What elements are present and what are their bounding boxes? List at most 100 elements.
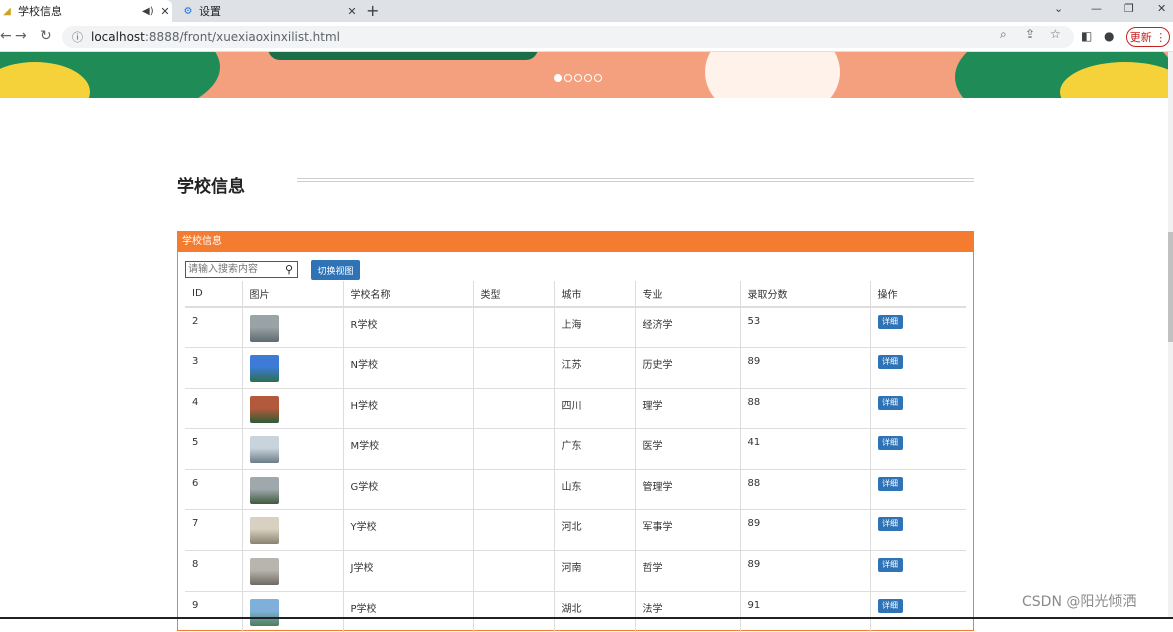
update-label: 更新 [1129, 31, 1152, 44]
table-row: 7 Y学校 河北 军事学 89 详细 [185, 509, 966, 551]
table-header-row: ID 图片 学校名称 类型 城市 专业 录取分数 操作 [185, 281, 966, 308]
cell-action: 详细 [869, 550, 966, 592]
cell-action: 详细 [869, 590, 966, 632]
speaker-icon[interactable]: ◀) [142, 6, 158, 17]
school-photo [249, 436, 279, 464]
cell-city: 上海 [553, 306, 635, 348]
forward-icon[interactable]: → [15, 28, 27, 44]
carousel-dot[interactable] [574, 74, 582, 82]
cell-major: 历史学 [634, 347, 740, 389]
cell-type [472, 428, 554, 470]
cell-score: 89 [739, 509, 870, 551]
header-school-name: 学校名称 [342, 281, 473, 308]
url-host: localhost [91, 30, 145, 44]
header-id: ID [185, 281, 242, 308]
school-photo [249, 558, 279, 586]
cell-id: 5 [185, 428, 242, 470]
detail-button[interactable]: 详细 [877, 598, 903, 613]
cell-type [472, 306, 554, 348]
search-input[interactable] [186, 262, 282, 277]
reload-icon[interactable]: ↻ [40, 28, 52, 44]
cell-image [241, 550, 343, 592]
cell-city: 河北 [553, 509, 635, 551]
cell-school-name: M学校 [342, 428, 473, 470]
cell-city: 湖北 [553, 590, 635, 632]
school-photo [249, 355, 279, 383]
cell-major: 经济学 [634, 306, 740, 348]
cell-type [472, 550, 554, 592]
carousel-dot[interactable] [554, 74, 562, 82]
detail-button[interactable]: 详细 [877, 315, 903, 329]
header-city: 城市 [553, 281, 635, 308]
cell-major: 哲学 [634, 550, 740, 592]
tab-search-chevron-icon[interactable]: ⌄ [1054, 2, 1063, 15]
carousel-dot[interactable] [584, 74, 592, 82]
school-info-panel: 学校信息 ⚲ 切换视图 ID 图片 学校名称 类型 城市 专业 录取分数 操作 … [177, 231, 974, 632]
detail-button[interactable]: 详细 [877, 558, 903, 573]
cell-type [472, 590, 554, 632]
site-favicon-icon: ◢ [3, 5, 11, 17]
switch-view-button[interactable]: 切换视图 [311, 260, 360, 280]
bookmark-star-icon[interactable]: ☆ [1050, 27, 1061, 41]
page-scrollbar[interactable] [1168, 52, 1173, 619]
browser-toolbar: ← → ↻ ⓘ localhost :8888/front/xuexiaoxin… [0, 22, 1173, 52]
minimize-icon[interactable]: — [1091, 2, 1102, 15]
school-photo [249, 517, 279, 545]
cell-type [472, 347, 554, 389]
detail-button[interactable]: 详细 [877, 436, 903, 451]
cell-school-name: N学校 [342, 347, 473, 389]
cell-id: 2 [185, 306, 242, 348]
tab-school-info[interactable]: ◢ 学校信息 ◀) ✕ [0, 0, 172, 22]
restore-icon[interactable]: ❐ [1124, 2, 1134, 15]
share-icon[interactable]: ⇪ [1025, 27, 1035, 41]
site-info-icon[interactable]: ⓘ [72, 29, 83, 45]
close-tab-icon[interactable]: ✕ [158, 5, 172, 18]
detail-button[interactable]: 详细 [877, 476, 903, 491]
cell-score: 88 [739, 468, 870, 510]
close-window-icon[interactable]: ✕ [1157, 2, 1166, 15]
carousel-dot[interactable] [594, 74, 602, 82]
search-box: ⚲ [185, 261, 298, 278]
new-tab-icon[interactable]: + [366, 1, 379, 20]
cell-action: 详细 [869, 387, 966, 429]
school-photo [249, 395, 279, 423]
table-row: 8 J学校 河南 哲学 89 详细 [185, 550, 966, 592]
cell-type [472, 387, 554, 429]
cell-image [241, 347, 343, 389]
scrollbar-thumb[interactable] [1168, 232, 1173, 342]
tab-settings[interactable]: ⚙ 设置 ✕ [175, 0, 359, 22]
cell-id: 8 [185, 550, 242, 592]
cell-id: 4 [185, 387, 242, 429]
header-image: 图片 [241, 281, 343, 308]
browser-tab-bar: ◢ 学校信息 ◀) ✕ ⚙ 设置 ✕ + ⌄ — ❐ ✕ [0, 0, 1173, 22]
school-photo [249, 476, 279, 504]
detail-button[interactable]: 详细 [877, 517, 903, 532]
cell-image [241, 428, 343, 470]
cell-image [241, 306, 343, 348]
cell-school-name: Y学校 [342, 509, 473, 551]
detail-button[interactable]: 详细 [877, 395, 903, 410]
cell-id: 9 [185, 590, 242, 632]
cell-type [472, 468, 554, 510]
back-icon[interactable]: ← [0, 28, 12, 44]
update-button[interactable]: 更新 ⋮ [1126, 27, 1170, 47]
detail-button[interactable]: 详细 [877, 355, 903, 370]
side-panel-icon[interactable]: ◧ [1081, 29, 1092, 43]
cell-action: 详细 [869, 347, 966, 389]
carousel-dot[interactable] [564, 74, 572, 82]
cell-image [241, 590, 343, 632]
cell-image [241, 509, 343, 551]
zoom-icon[interactable]: ⌕ [1000, 27, 1007, 42]
cell-action: 详细 [869, 428, 966, 470]
banner-decoration [268, 52, 538, 60]
header-score: 录取分数 [739, 281, 870, 308]
profile-icon[interactable]: ● [1104, 29, 1114, 43]
cell-school-name: P学校 [342, 590, 473, 632]
table-row: 6 G学校 山东 管理学 88 详细 [185, 468, 966, 510]
close-tab-icon[interactable]: ✕ [345, 5, 359, 18]
cell-action: 详细 [869, 306, 966, 348]
search-icon[interactable]: ⚲ [282, 263, 296, 276]
address-bar[interactable]: ⓘ localhost :8888/front/xuexiaoxinxilist… [62, 26, 1074, 48]
carousel-dots [554, 74, 602, 82]
cell-action: 详细 [869, 468, 966, 510]
